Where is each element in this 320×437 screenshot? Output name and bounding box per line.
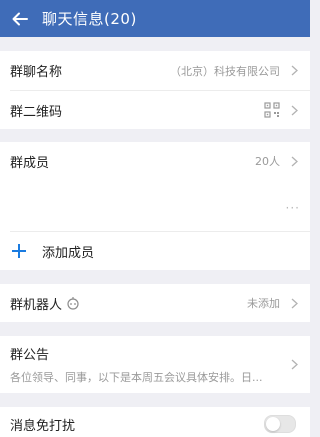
robot-icon bbox=[66, 295, 82, 311]
notice-section: 群公告 各位领导、同事，以下是本周五会议具体安排。日... bbox=[0, 336, 310, 393]
mute-section: 消息免打扰 bbox=[0, 407, 310, 437]
group-name-label: 群聊名称 bbox=[10, 65, 63, 80]
chevron-right-icon bbox=[288, 154, 300, 168]
members-row[interactable]: 群成员 20人 bbox=[0, 142, 310, 180]
group-name-row[interactable]: 群聊名称 （北京）科技有限公司 bbox=[0, 51, 310, 90]
notice-row[interactable]: 群公告 各位领导、同事，以下是本周五会议具体安排。日... bbox=[0, 336, 310, 393]
chevron-right-icon bbox=[288, 64, 300, 78]
back-arrow-icon[interactable] bbox=[6, 0, 34, 37]
plus-icon bbox=[10, 242, 28, 260]
robot-section: 群机器人 未添加 bbox=[0, 284, 310, 322]
notice-label: 群公告 bbox=[10, 348, 50, 363]
page-title: 聊天信息(20) bbox=[42, 10, 137, 28]
toggle-knob bbox=[266, 417, 280, 431]
members-label: 群成员 bbox=[10, 155, 50, 171]
add-member-label: 添加成员 bbox=[42, 245, 95, 261]
mute-toggle[interactable] bbox=[264, 415, 296, 433]
chevron-right-icon bbox=[288, 296, 300, 310]
group-qr-row[interactable]: 群二维码 bbox=[0, 91, 310, 129]
add-member-row[interactable]: 添加成员 bbox=[0, 232, 310, 270]
group-name-value: （北京）科技有限公司 bbox=[170, 64, 280, 78]
mute-label: 消息免打扰 bbox=[10, 419, 76, 434]
group-qr-label: 群二维码 bbox=[10, 104, 63, 120]
members-section: 群成员 20人 ··· 添加成员 bbox=[0, 142, 310, 270]
chevron-right-icon bbox=[288, 358, 300, 372]
robot-status: 未添加 bbox=[247, 297, 280, 310]
qr-code-icon bbox=[264, 102, 280, 118]
members-count: 20人 bbox=[255, 155, 280, 168]
notice-preview: 各位领导、同事，以下是本周五会议具体安排。日... bbox=[10, 371, 263, 384]
more-dots-icon[interactable]: ··· bbox=[286, 201, 300, 215]
header-bar: 聊天信息(20) bbox=[0, 0, 310, 37]
group-info-section: 群聊名称 （北京）科技有限公司 群二维码 bbox=[0, 51, 310, 129]
notice-content: 群公告 各位领导、同事，以下是本周五会议具体安排。日... bbox=[10, 344, 280, 385]
chevron-right-icon bbox=[288, 103, 300, 117]
robot-label: 群机器人 bbox=[10, 297, 63, 313]
robot-row[interactable]: 群机器人 未添加 bbox=[0, 284, 310, 322]
